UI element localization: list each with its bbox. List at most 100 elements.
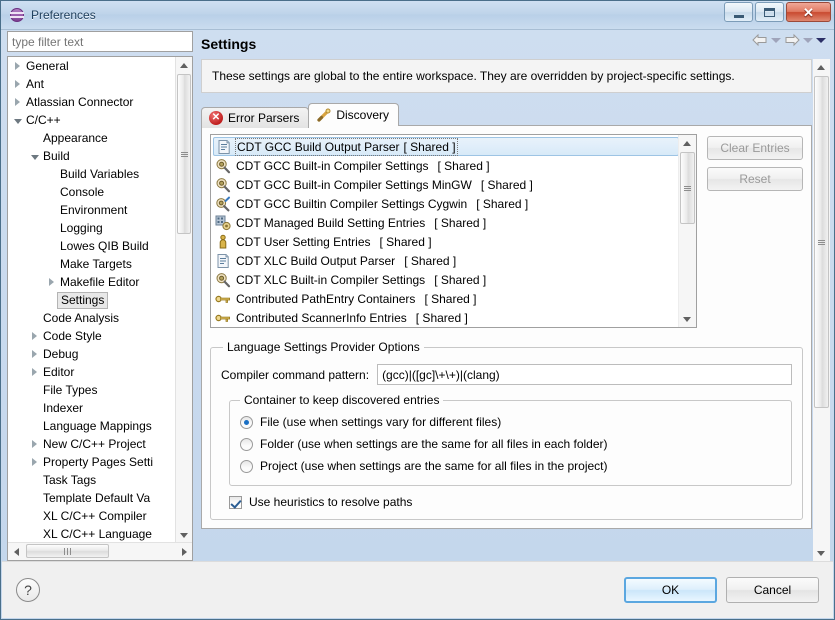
- radio-indicator[interactable]: [240, 437, 253, 451]
- sidebar-item-general[interactable]: General: [8, 57, 176, 75]
- sidebar-item-build-variables[interactable]: Build Variables: [8, 165, 176, 183]
- twisty-collapsed-icon[interactable]: [27, 363, 42, 381]
- providers-scroll-thumb[interactable]: [680, 152, 695, 224]
- sidebar-item-make-targets[interactable]: Make Targets: [8, 255, 176, 273]
- radio-indicator[interactable]: [240, 459, 253, 473]
- provider-list-item[interactable]: CDT User Setting Entries [ Shared ]: [213, 232, 679, 251]
- sidebar-item-property-pages-setti[interactable]: Property Pages Setti: [8, 453, 176, 471]
- providers-scroll-up-button[interactable]: [679, 135, 695, 151]
- twisty-expanded-icon[interactable]: [10, 111, 25, 129]
- view-menu-icon[interactable]: [816, 37, 826, 43]
- back-arrow-icon[interactable]: [752, 33, 768, 47]
- provider-list-item[interactable]: CDT GCC Build Output Parser[ Shared ]: [213, 137, 679, 156]
- provider-name: CDT User Setting Entries: [236, 234, 371, 249]
- tab-error-parsers[interactable]: ✕ Error Parsers: [201, 107, 310, 128]
- tree-vertical-scrollbar[interactable]: [175, 57, 192, 543]
- provider-list-item[interactable]: Contributed ScannerInfo Entries [ Shared …: [213, 308, 679, 327]
- forward-dropdown-icon[interactable]: [803, 37, 813, 43]
- sidebar-item-console[interactable]: Console: [8, 183, 176, 201]
- sidebar-item-indexer[interactable]: Indexer: [8, 399, 176, 417]
- container-radio-folder[interactable]: Folder (use when settings are the same f…: [240, 433, 781, 455]
- provider-list-item[interactable]: CDT GCC Builtin Compiler Settings Cygwin…: [213, 194, 679, 213]
- provider-name: CDT GCC Builtin Compiler Settings Cygwin: [236, 196, 468, 211]
- tree-scroll-right-button[interactable]: [176, 543, 192, 560]
- twisty-collapsed-icon[interactable]: [10, 57, 25, 75]
- clear-entries-button[interactable]: Clear Entries: [707, 136, 803, 160]
- help-icon[interactable]: ?: [16, 578, 40, 602]
- settings-vertical-scrollbar[interactable]: [813, 59, 830, 561]
- tree-horizontal-scrollbar[interactable]: [8, 542, 192, 560]
- providers-list[interactable]: CDT GCC Build Output Parser[ Shared ] CDT…: [210, 134, 697, 328]
- twisty-collapsed-icon[interactable]: [44, 273, 59, 291]
- sidebar-item-appearance[interactable]: Appearance: [8, 129, 176, 147]
- sidebar-item-new-c-c-project[interactable]: New C/C++ Project: [8, 435, 176, 453]
- twisty-collapsed-icon[interactable]: [27, 327, 42, 345]
- providers-scroll-down-button[interactable]: [679, 311, 695, 327]
- sidebar-item-environment[interactable]: Environment: [8, 201, 176, 219]
- filter-input[interactable]: [7, 31, 193, 52]
- tab-discovery[interactable]: Discovery: [308, 103, 400, 126]
- close-button[interactable]: ✕: [786, 2, 831, 22]
- radio-indicator[interactable]: [240, 415, 253, 429]
- sidebar-item-editor[interactable]: Editor: [8, 363, 176, 381]
- twisty-collapsed-icon[interactable]: [10, 75, 25, 93]
- tree-scroll-down-button[interactable]: [176, 527, 192, 543]
- heuristics-checkbox[interactable]: [229, 495, 242, 509]
- sidebar-item-makefile-editor[interactable]: Makefile Editor: [8, 273, 176, 291]
- twisty-collapsed-icon[interactable]: [27, 435, 42, 453]
- sidebar-item-c-c[interactable]: C/C++: [8, 111, 176, 129]
- sidebar-item-template-default-va[interactable]: Template Default Va: [8, 489, 176, 507]
- ok-button[interactable]: OK: [624, 577, 717, 603]
- minimize-button[interactable]: [724, 2, 753, 22]
- sidebar-item-code-style[interactable]: Code Style: [8, 327, 176, 345]
- providers-scrollbar[interactable]: [678, 135, 696, 327]
- cancel-button[interactable]: Cancel: [726, 577, 819, 603]
- sidebar-item-lowes-qib-build[interactable]: Lowes QIB Build: [8, 237, 176, 255]
- sidebar-item-label: File Types: [43, 383, 98, 397]
- sidebar-item-xl-c-c-compiler[interactable]: XL C/C++ Compiler: [8, 507, 176, 525]
- provider-list-item[interactable]: CDT XLC Build Output Parser [ Shared ]: [213, 251, 679, 270]
- twisty-collapsed-icon[interactable]: [10, 93, 25, 111]
- sidebar-item-file-types[interactable]: File Types: [8, 381, 176, 399]
- provider-list-item[interactable]: Contributed PathEntry Containers [ Shared…: [213, 289, 679, 308]
- provider-name: Contributed ScannerInfo Entries: [236, 310, 407, 325]
- heuristics-row[interactable]: Use heuristics to resolve paths: [229, 495, 792, 509]
- sidebar-item-debug[interactable]: Debug: [8, 345, 176, 363]
- preference-tree[interactable]: General Ant Atlassian Connector C/C++ Appear…: [7, 56, 193, 561]
- twisty-expanded-icon[interactable]: [27, 147, 42, 165]
- provider-list-item[interactable]: CDT XLC Built-in Compiler Settings [ Shar…: [213, 270, 679, 289]
- settings-scroll-down-button[interactable]: [813, 545, 829, 561]
- sidebar-item-code-analysis[interactable]: Code Analysis: [8, 309, 176, 327]
- container-radio-file[interactable]: File (use when settings vary for differe…: [240, 411, 781, 433]
- provider-name: CDT GCC Build Output Parser: [237, 139, 400, 154]
- twisty-collapsed-icon[interactable]: [27, 345, 42, 363]
- sidebar-item-ant[interactable]: Ant: [8, 75, 176, 93]
- forward-arrow-icon[interactable]: [784, 33, 800, 47]
- sidebar-item-xl-c-c-language[interactable]: XL C/C++ Language: [8, 525, 176, 543]
- sidebar-item-language-mappings[interactable]: Language Mappings: [8, 417, 176, 435]
- sidebar-item-build[interactable]: Build: [8, 147, 176, 165]
- sidebar-item-task-tags[interactable]: Task Tags: [8, 471, 176, 489]
- tree-hscroll-thumb[interactable]: [26, 544, 109, 558]
- provider-focus-wrapper: CDT GCC Build Output Parser[ Shared ]: [235, 137, 458, 156]
- compiler-pattern-input[interactable]: [377, 364, 792, 385]
- provider-list-item[interactable]: CDT GCC Built-in Compiler Settings [ Shar…: [213, 156, 679, 175]
- provider-list-item[interactable]: CDT GCC Built-in Compiler Settings MinGW…: [213, 175, 679, 194]
- settings-scroll-thumb[interactable]: [814, 76, 829, 408]
- sidebar-item-settings[interactable]: Settings: [8, 291, 176, 309]
- sidebar-item-atlassian-connector[interactable]: Atlassian Connector: [8, 93, 176, 111]
- provider-list-item[interactable]: CDT Managed Build Setting Entries [ Share…: [213, 213, 679, 232]
- tree-scroll-left-button[interactable]: [8, 543, 24, 560]
- reset-button[interactable]: Reset: [707, 167, 803, 191]
- sidebar-item-logging[interactable]: Logging: [8, 219, 176, 237]
- maximize-button[interactable]: [755, 2, 784, 22]
- twisty-collapsed-icon[interactable]: [27, 453, 42, 471]
- container-radio-project[interactable]: Project (use when settings are the same …: [240, 455, 781, 477]
- tree-scroll-thumb[interactable]: [177, 74, 191, 234]
- back-dropdown-icon[interactable]: [771, 37, 781, 43]
- radio-label: Project (use when settings are the same …: [260, 459, 608, 473]
- settings-scroll-up-button[interactable]: [813, 59, 829, 75]
- tree-scroll-up-button[interactable]: [176, 57, 192, 73]
